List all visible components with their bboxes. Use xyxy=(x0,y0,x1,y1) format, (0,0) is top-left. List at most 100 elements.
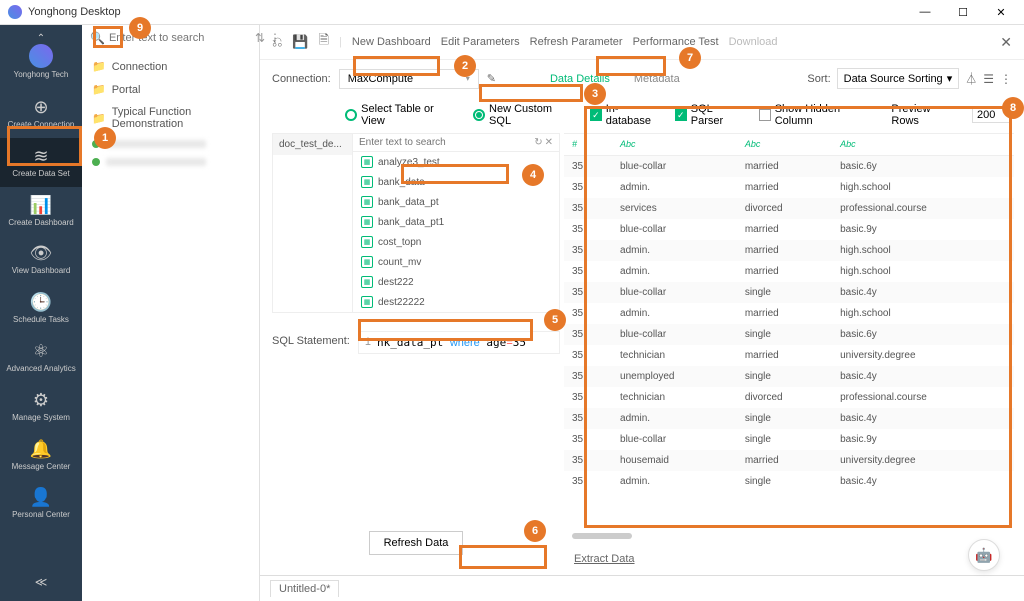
table-row[interactable]: 35blue-collarsinglebasic.9y xyxy=(564,429,1014,450)
radio-custom-sql[interactable]: New Custom SQL xyxy=(473,103,576,127)
sql-input[interactable]: 1 nk_data_pt where age=35 xyxy=(358,331,560,354)
col-header[interactable]: Abc xyxy=(832,134,1014,156)
table-item[interactable]: ▦ cost_topn xyxy=(353,232,559,252)
tables-column: ↻ ✕ ▦ analyze3_test ▦ bank_data ▦bank_data_p… xyxy=(353,134,559,312)
table-cell: university.degree xyxy=(832,345,1014,366)
atom-icon: ⚛ xyxy=(33,341,49,362)
refresh-data-button[interactable]: Refresh Data xyxy=(369,531,464,555)
new-dashboard-link[interactable]: New Dashboard xyxy=(352,36,431,48)
table-row[interactable]: 35servicesdivorcedprofessional.course xyxy=(564,198,1014,219)
table-item[interactable]: ▦count_mv xyxy=(353,252,559,272)
radio-select-table[interactable]: Select Table or View xyxy=(345,103,459,127)
table-item-label: bank_data xyxy=(378,177,425,188)
database-item[interactable]: doc_test_de... xyxy=(273,134,352,155)
saveas-icon[interactable]: 🗎 xyxy=(319,31,329,53)
edit-connection-icon[interactable]: ✎ xyxy=(487,72,496,85)
back-icon[interactable]: ⎌ xyxy=(272,34,282,50)
table-row[interactable]: 35housemaidmarrieduniversity.degree xyxy=(564,450,1014,471)
col-header[interactable]: # xyxy=(564,134,612,156)
tab-metadata[interactable]: Metadata xyxy=(626,70,688,88)
table-cell: divorced xyxy=(737,198,832,219)
table-cell: married xyxy=(737,303,832,324)
table-item[interactable]: ▦bank_data_pt xyxy=(353,192,559,212)
refresh-icon[interactable]: ↻ xyxy=(534,137,542,148)
table-row[interactable]: 35admin.marriedhigh.school xyxy=(564,261,1014,282)
table-row[interactable]: 35admin.marriedhigh.school xyxy=(564,303,1014,324)
table-row[interactable]: 35blue-collarsinglebasic.4y xyxy=(564,282,1014,303)
table-item[interactable]: ▦dest222 xyxy=(353,272,559,292)
search-icon: 🔍 xyxy=(90,31,105,45)
tree-item-connection[interactable]: 📁 Connection xyxy=(82,55,259,78)
table-browser: doc_test_de... ↻ ✕ ▦analyze3_test▦bank_d… xyxy=(272,133,560,313)
worksheet-tab[interactable]: Untitled-0* xyxy=(270,580,339,597)
bottom-tabs: Untitled-0* xyxy=(260,575,1024,601)
table-item[interactable]: ▦bank_data_pt1 xyxy=(353,212,559,232)
table-cell: single xyxy=(737,429,832,450)
table-item-label: cost_topn xyxy=(378,237,421,248)
chk-showhidden[interactable]: Show Hidden Column xyxy=(759,103,880,127)
table-row[interactable]: 35admin.singlebasic.4y xyxy=(564,408,1014,429)
table-row[interactable]: 35blue-collarmarriedbasic.6y xyxy=(564,156,1014,178)
maximize-button[interactable]: ☐ xyxy=(948,6,978,19)
table-icon: ▦ xyxy=(361,236,373,248)
download-link[interactable]: Download xyxy=(729,36,778,48)
nav-schedule-tasks[interactable]: 🕒 Schedule Tasks xyxy=(0,284,82,333)
refresh-parameter-link[interactable]: Refresh Parameter xyxy=(530,36,623,48)
left-sidebar: ⌃ Yonghong Tech ⊕ Create Connection ≋ Cr… xyxy=(0,25,82,601)
col-header[interactable]: Abc xyxy=(737,134,832,156)
nav-manage-system[interactable]: ⚙ Manage System xyxy=(0,382,82,431)
nav-view-dashboard[interactable]: 👁 View Dashboard xyxy=(0,235,82,284)
window-controls: — ☐ ✕ xyxy=(910,6,1016,19)
tree-item-portal[interactable]: 📁 Portal xyxy=(82,78,259,101)
filter-icon[interactable]: ⏃ xyxy=(965,70,977,87)
tab-data-details[interactable]: Data Details xyxy=(542,70,618,88)
sort-value: Data Source Sorting xyxy=(844,73,943,85)
nav-personal-center[interactable]: 👤 Personal Center xyxy=(0,479,82,528)
layout-icon[interactable]: ☰ xyxy=(983,72,994,86)
table-icon: ▦ xyxy=(361,216,373,228)
table-item[interactable]: ▦dest22222 xyxy=(353,292,559,312)
connection-value: MaxCompute xyxy=(348,73,413,85)
horizontal-scrollbar[interactable] xyxy=(572,533,632,539)
table-cell: married xyxy=(737,219,832,240)
close-button[interactable]: ✕ xyxy=(986,6,1016,19)
table-row[interactable]: 35blue-collarsinglebasic.6y xyxy=(564,324,1014,345)
close-icon[interactable]: ✕ xyxy=(545,137,553,148)
chk-sqlparser[interactable]: ✓ SQL Parser xyxy=(675,103,747,127)
nav-create-dataset[interactable]: ≋ Create Data Set xyxy=(0,138,82,187)
table-search-input[interactable] xyxy=(359,137,532,148)
table-row[interactable]: 35techniciandivorcedprofessional.course xyxy=(564,387,1014,408)
table-cell: 35 xyxy=(564,240,612,261)
extract-data-link[interactable]: Extract Data xyxy=(564,543,1014,575)
minimize-button[interactable]: — xyxy=(910,6,940,19)
nav-create-dashboard[interactable]: 📊 Create Dashboard xyxy=(0,187,82,236)
save-icon[interactable]: 💾 xyxy=(292,34,308,50)
chat-assistant-button[interactable]: 🤖 xyxy=(968,539,1000,571)
table-row[interactable]: 35blue-collarmarriedbasic.9y xyxy=(564,219,1014,240)
table-row[interactable]: 35unemployedsinglebasic.4y xyxy=(564,366,1014,387)
table-row[interactable]: 35admin.marriedhigh.school xyxy=(564,177,1014,198)
brand-logo-icon xyxy=(29,44,53,68)
table-row[interactable]: 35technicianmarrieduniversity.degree xyxy=(564,345,1014,366)
table-icon: ▦ xyxy=(361,276,373,288)
layers-icon: ≋ xyxy=(33,146,48,167)
edit-parameters-link[interactable]: Edit Parameters xyxy=(441,36,520,48)
more-icon[interactable]: ⋮ xyxy=(1000,72,1012,86)
table-cell: blue-collar xyxy=(612,429,737,450)
table-item-label: analyze3_test xyxy=(378,157,440,168)
sort-select[interactable]: Data Source Sorting ▾ xyxy=(837,68,960,89)
table-row[interactable]: 35admin.marriedhigh.school xyxy=(564,240,1014,261)
nav-message-center[interactable]: 🔔 Message Center xyxy=(0,431,82,480)
tree-item-blurred xyxy=(82,153,259,171)
performance-test-link[interactable]: Performance Test xyxy=(633,36,719,48)
close-panel-icon[interactable]: ✕ xyxy=(1000,34,1012,51)
collapse-sidebar-button[interactable]: ≪ xyxy=(23,563,60,601)
chk-indatabase[interactable]: ✓ In-database xyxy=(590,103,663,127)
table-search: ↻ ✕ xyxy=(353,134,559,152)
col-header[interactable]: Abc xyxy=(612,134,737,156)
eye-icon: 👁 xyxy=(30,243,53,264)
table-row[interactable]: 35admin.singlebasic.4y xyxy=(564,471,1014,492)
nav-advanced-analytics[interactable]: ⚛ Advanced Analytics xyxy=(0,333,82,382)
callout-5: 5 xyxy=(544,309,566,331)
nav-create-connection[interactable]: ⊕ Create Connection xyxy=(0,89,82,138)
